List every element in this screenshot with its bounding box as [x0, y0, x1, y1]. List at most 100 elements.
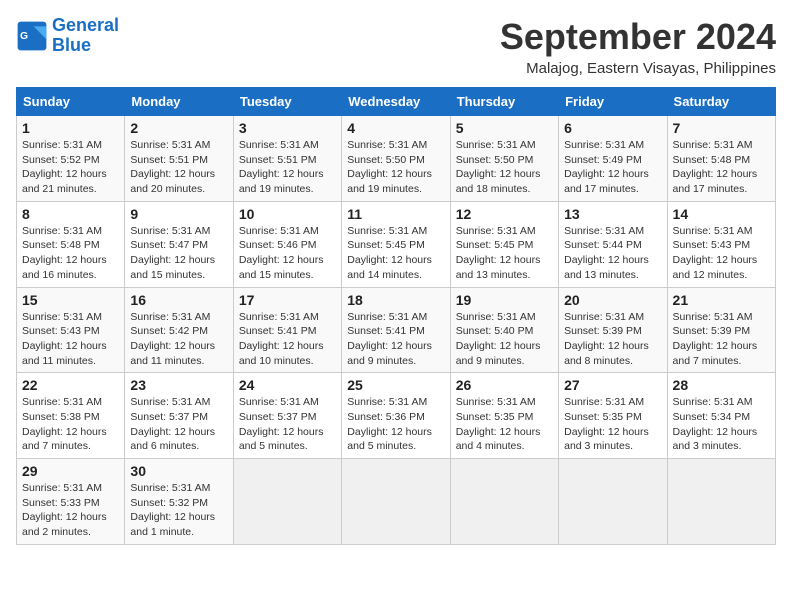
table-row: 11 Sunrise: 5:31 AM Sunset: 5:45 PM Dayl… [342, 201, 450, 287]
day-number: 4 [347, 120, 444, 136]
day-info: Sunrise: 5:31 AM Sunset: 5:51 PM Dayligh… [130, 138, 227, 197]
day-number: 12 [456, 206, 553, 222]
col-saturday: Saturday [667, 88, 775, 116]
table-row: 13 Sunrise: 5:31 AM Sunset: 5:44 PM Dayl… [559, 201, 667, 287]
calendar-week-row: 15 Sunrise: 5:31 AM Sunset: 5:43 PM Dayl… [17, 287, 776, 373]
table-row: 29 Sunrise: 5:31 AM Sunset: 5:33 PM Dayl… [17, 459, 125, 545]
table-row: 14 Sunrise: 5:31 AM Sunset: 5:43 PM Dayl… [667, 201, 775, 287]
table-row: 22 Sunrise: 5:31 AM Sunset: 5:38 PM Dayl… [17, 373, 125, 459]
table-row: 17 Sunrise: 5:31 AM Sunset: 5:41 PM Dayl… [233, 287, 341, 373]
table-row: 9 Sunrise: 5:31 AM Sunset: 5:47 PM Dayli… [125, 201, 233, 287]
day-number: 23 [130, 377, 227, 393]
col-sunday: Sunday [17, 88, 125, 116]
day-number: 30 [130, 463, 227, 479]
table-row: 24 Sunrise: 5:31 AM Sunset: 5:37 PM Dayl… [233, 373, 341, 459]
day-info: Sunrise: 5:31 AM Sunset: 5:44 PM Dayligh… [564, 224, 661, 283]
day-info: Sunrise: 5:31 AM Sunset: 5:33 PM Dayligh… [22, 481, 119, 540]
svg-text:G: G [20, 31, 28, 42]
table-row: 5 Sunrise: 5:31 AM Sunset: 5:50 PM Dayli… [450, 116, 558, 202]
day-number: 17 [239, 292, 336, 308]
page-header: G General Blue September 2024 Malajog, E… [16, 16, 776, 77]
day-info: Sunrise: 5:31 AM Sunset: 5:45 PM Dayligh… [347, 224, 444, 283]
table-row [559, 459, 667, 545]
day-info: Sunrise: 5:31 AM Sunset: 5:39 PM Dayligh… [564, 310, 661, 369]
day-info: Sunrise: 5:31 AM Sunset: 5:43 PM Dayligh… [673, 224, 770, 283]
day-info: Sunrise: 5:31 AM Sunset: 5:42 PM Dayligh… [130, 310, 227, 369]
table-row: 12 Sunrise: 5:31 AM Sunset: 5:45 PM Dayl… [450, 201, 558, 287]
day-number: 25 [347, 377, 444, 393]
day-number: 20 [564, 292, 661, 308]
table-row [450, 459, 558, 545]
table-row: 8 Sunrise: 5:31 AM Sunset: 5:48 PM Dayli… [17, 201, 125, 287]
day-number: 6 [564, 120, 661, 136]
table-row: 16 Sunrise: 5:31 AM Sunset: 5:42 PM Dayl… [125, 287, 233, 373]
day-number: 24 [239, 377, 336, 393]
day-info: Sunrise: 5:31 AM Sunset: 5:39 PM Dayligh… [673, 310, 770, 369]
table-row: 21 Sunrise: 5:31 AM Sunset: 5:39 PM Dayl… [667, 287, 775, 373]
day-info: Sunrise: 5:31 AM Sunset: 5:46 PM Dayligh… [239, 224, 336, 283]
calendar-week-row: 22 Sunrise: 5:31 AM Sunset: 5:38 PM Dayl… [17, 373, 776, 459]
day-info: Sunrise: 5:31 AM Sunset: 5:35 PM Dayligh… [456, 395, 553, 454]
day-info: Sunrise: 5:31 AM Sunset: 5:50 PM Dayligh… [456, 138, 553, 197]
day-number: 21 [673, 292, 770, 308]
table-row: 19 Sunrise: 5:31 AM Sunset: 5:40 PM Dayl… [450, 287, 558, 373]
day-info: Sunrise: 5:31 AM Sunset: 5:40 PM Dayligh… [456, 310, 553, 369]
day-info: Sunrise: 5:31 AM Sunset: 5:47 PM Dayligh… [130, 224, 227, 283]
day-number: 16 [130, 292, 227, 308]
table-row: 25 Sunrise: 5:31 AM Sunset: 5:36 PM Dayl… [342, 373, 450, 459]
day-number: 18 [347, 292, 444, 308]
table-row: 1 Sunrise: 5:31 AM Sunset: 5:52 PM Dayli… [17, 116, 125, 202]
day-info: Sunrise: 5:31 AM Sunset: 5:49 PM Dayligh… [564, 138, 661, 197]
col-monday: Monday [125, 88, 233, 116]
day-number: 13 [564, 206, 661, 222]
table-row: 26 Sunrise: 5:31 AM Sunset: 5:35 PM Dayl… [450, 373, 558, 459]
table-row: 20 Sunrise: 5:31 AM Sunset: 5:39 PM Dayl… [559, 287, 667, 373]
day-number: 5 [456, 120, 553, 136]
day-info: Sunrise: 5:31 AM Sunset: 5:48 PM Dayligh… [22, 224, 119, 283]
table-row [667, 459, 775, 545]
table-row: 10 Sunrise: 5:31 AM Sunset: 5:46 PM Dayl… [233, 201, 341, 287]
day-info: Sunrise: 5:31 AM Sunset: 5:50 PM Dayligh… [347, 138, 444, 197]
col-thursday: Thursday [450, 88, 558, 116]
day-number: 9 [130, 206, 227, 222]
day-info: Sunrise: 5:31 AM Sunset: 5:38 PM Dayligh… [22, 395, 119, 454]
day-number: 2 [130, 120, 227, 136]
table-row: 4 Sunrise: 5:31 AM Sunset: 5:50 PM Dayli… [342, 116, 450, 202]
day-info: Sunrise: 5:31 AM Sunset: 5:37 PM Dayligh… [130, 395, 227, 454]
table-row: 23 Sunrise: 5:31 AM Sunset: 5:37 PM Dayl… [125, 373, 233, 459]
day-number: 1 [22, 120, 119, 136]
day-number: 11 [347, 206, 444, 222]
day-number: 22 [22, 377, 119, 393]
table-row: 30 Sunrise: 5:31 AM Sunset: 5:32 PM Dayl… [125, 459, 233, 545]
col-wednesday: Wednesday [342, 88, 450, 116]
calendar-week-row: 8 Sunrise: 5:31 AM Sunset: 5:48 PM Dayli… [17, 201, 776, 287]
day-info: Sunrise: 5:31 AM Sunset: 5:51 PM Dayligh… [239, 138, 336, 197]
day-number: 26 [456, 377, 553, 393]
day-info: Sunrise: 5:31 AM Sunset: 5:45 PM Dayligh… [456, 224, 553, 283]
table-row: 15 Sunrise: 5:31 AM Sunset: 5:43 PM Dayl… [17, 287, 125, 373]
logo-text: General Blue [52, 16, 119, 56]
day-info: Sunrise: 5:31 AM Sunset: 5:32 PM Dayligh… [130, 481, 227, 540]
day-number: 7 [673, 120, 770, 136]
table-row: 6 Sunrise: 5:31 AM Sunset: 5:49 PM Dayli… [559, 116, 667, 202]
month-year: September 2024 [500, 16, 776, 58]
day-number: 8 [22, 206, 119, 222]
table-row [233, 459, 341, 545]
col-tuesday: Tuesday [233, 88, 341, 116]
day-info: Sunrise: 5:31 AM Sunset: 5:43 PM Dayligh… [22, 310, 119, 369]
day-number: 15 [22, 292, 119, 308]
day-info: Sunrise: 5:31 AM Sunset: 5:36 PM Dayligh… [347, 395, 444, 454]
day-number: 10 [239, 206, 336, 222]
table-row: 27 Sunrise: 5:31 AM Sunset: 5:35 PM Dayl… [559, 373, 667, 459]
logo-line2: Blue [52, 35, 91, 55]
day-info: Sunrise: 5:31 AM Sunset: 5:35 PM Dayligh… [564, 395, 661, 454]
logo-line1: General [52, 15, 119, 35]
table-row: 3 Sunrise: 5:31 AM Sunset: 5:51 PM Dayli… [233, 116, 341, 202]
day-info: Sunrise: 5:31 AM Sunset: 5:34 PM Dayligh… [673, 395, 770, 454]
table-row: 2 Sunrise: 5:31 AM Sunset: 5:51 PM Dayli… [125, 116, 233, 202]
day-number: 19 [456, 292, 553, 308]
calendar: Sunday Monday Tuesday Wednesday Thursday… [16, 87, 776, 545]
logo-icon: G [16, 20, 48, 52]
table-row: 18 Sunrise: 5:31 AM Sunset: 5:41 PM Dayl… [342, 287, 450, 373]
day-info: Sunrise: 5:31 AM Sunset: 5:52 PM Dayligh… [22, 138, 119, 197]
